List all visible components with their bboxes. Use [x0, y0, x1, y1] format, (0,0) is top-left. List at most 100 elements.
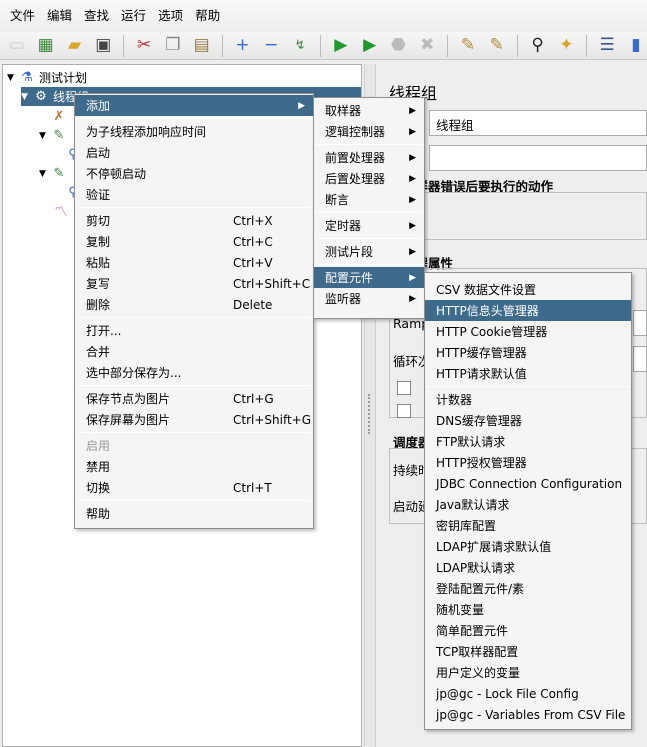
- comment-field[interactable]: [429, 145, 647, 171]
- menu-item-cfg-8[interactable]: FTP默认请求: [425, 431, 631, 452]
- menu-item-cfg-11[interactable]: Java默认请求: [425, 494, 631, 515]
- start-no-pause-icon[interactable]: ▶: [359, 35, 381, 57]
- menu-edit[interactable]: 编辑: [41, 0, 78, 32]
- menu-item-add-1[interactable]: 逻辑控制器 ▶: [314, 121, 424, 142]
- menu-item-ctx-7[interactable]: 剪切 Ctrl+X: [75, 210, 313, 231]
- menu-file[interactable]: 文件: [4, 0, 41, 32]
- tree-node-child[interactable]: ✗: [51, 107, 71, 126]
- menu-item-cfg-17[interactable]: 简单配置元件: [425, 620, 631, 641]
- menu-item-cfg-20[interactable]: jp@gc - Lock File Config: [425, 683, 631, 704]
- menu-item-cfg-1[interactable]: HTTP信息头管理器: [425, 300, 631, 321]
- menu-item-cfg-15[interactable]: 登陆配置元件/素: [425, 578, 631, 599]
- menu-item-cfg-3[interactable]: HTTP缓存管理器: [425, 342, 631, 363]
- menu-item-label: HTTP授权管理器: [436, 456, 527, 470]
- menu-options[interactable]: 选项: [152, 0, 189, 32]
- menu-item-cfg-2[interactable]: HTTP Cookie管理器: [425, 321, 631, 342]
- menu-item-add-11[interactable]: 配置元件 ▶: [314, 267, 424, 288]
- graph-icon: 〽: [54, 204, 68, 220]
- clear-all-icon[interactable]: ✎: [486, 35, 508, 57]
- function-helper-icon[interactable]: ☰: [596, 35, 618, 57]
- copy-icon[interactable]: ❐: [162, 35, 184, 57]
- tree-node-child[interactable]: ▼ ✎: [39, 164, 71, 183]
- menu-item-label: 密钥库配置: [436, 519, 497, 533]
- menu-separator: [77, 432, 311, 433]
- menu-item-add-0[interactable]: 取样器 ▶: [314, 100, 424, 121]
- delay-thread-checkbox[interactable]: [397, 381, 411, 395]
- menu-item-cfg-19[interactable]: 用户定义的变量: [425, 662, 631, 683]
- expand-icon[interactable]: +: [232, 35, 254, 57]
- menu-item-cfg-21[interactable]: jp@gc - Variables From CSV File: [425, 704, 631, 725]
- cut-icon[interactable]: ✂: [133, 35, 155, 57]
- menu-item-add-7[interactable]: 定时器 ▶: [314, 215, 424, 236]
- menu-item-label: 后置处理器: [325, 172, 386, 186]
- menu-item-ctx-15[interactable]: 选中部分保存为...: [75, 362, 313, 383]
- new-icon[interactable]: ▭: [6, 35, 28, 57]
- submenu-arrow-icon: ▶: [409, 220, 416, 231]
- scheduler-checkbox[interactable]: [397, 404, 411, 418]
- tree-node-child[interactable]: ▼ ✎: [39, 126, 71, 145]
- menu-item-ctx-5[interactable]: 验证: [75, 184, 313, 205]
- shutdown-icon[interactable]: ✖: [416, 35, 438, 57]
- gear-icon: ⚙: [35, 88, 47, 104]
- menu-item-ctx-24[interactable]: 帮助: [75, 503, 313, 524]
- menu-item-add-5[interactable]: 断言 ▶: [314, 189, 424, 210]
- collapse-arrow-icon[interactable]: ▼: [39, 169, 51, 179]
- menu-item-cfg-9[interactable]: HTTP授权管理器: [425, 452, 631, 473]
- collapse-icon[interactable]: −: [260, 35, 282, 57]
- menu-run[interactable]: 运行: [115, 0, 152, 32]
- toggle-icon[interactable]: ↯: [289, 35, 311, 57]
- menu-item-ctx-10[interactable]: 复写 Ctrl+Shift+C: [75, 273, 313, 294]
- name-field[interactable]: 线程组: [429, 110, 647, 136]
- menu-item-ctx-11[interactable]: 删除 Delete: [75, 294, 313, 315]
- loop-field[interactable]: [633, 346, 647, 372]
- menu-item-ctx-21[interactable]: 禁用: [75, 456, 313, 477]
- menu-item-cfg-6[interactable]: 计数器: [425, 389, 631, 410]
- menu-item-cfg-18[interactable]: TCP取样器配置: [425, 641, 631, 662]
- collapse-arrow-icon[interactable]: ▼: [39, 131, 51, 141]
- menu-help[interactable]: 帮助: [189, 0, 226, 32]
- menu-item-ctx-17[interactable]: 保存节点为图片 Ctrl+G: [75, 388, 313, 409]
- clear-icon[interactable]: ✎: [457, 35, 479, 57]
- menu-item-cfg-13[interactable]: LDAP扩展请求默认值: [425, 536, 631, 557]
- menu-item-cfg-0[interactable]: CSV 数据文件设置: [425, 279, 631, 300]
- menu-item-label: 粘贴: [86, 256, 111, 270]
- menu-item-ctx-13[interactable]: 打开...: [75, 320, 313, 341]
- start-icon[interactable]: ▶: [330, 35, 352, 57]
- tree-node-test-plan[interactable]: ▼ ⚗ 测试计划: [7, 68, 87, 87]
- menu-item-ctx-2[interactable]: 为子线程添加响应时间: [75, 121, 313, 142]
- menu-item-cfg-14[interactable]: LDAP默认请求: [425, 557, 631, 578]
- menu-search[interactable]: 查找: [78, 0, 115, 32]
- search-icon[interactable]: ⚲: [527, 35, 549, 57]
- menu-item-ctx-4[interactable]: 不停顿启动: [75, 163, 313, 184]
- menu-item-cfg-16[interactable]: 随机变量: [425, 599, 631, 620]
- menu-item-add-9[interactable]: 测试片段 ▶: [314, 241, 424, 262]
- stop-icon[interactable]: ⬣: [388, 35, 410, 57]
- collapse-arrow-icon[interactable]: ▼: [7, 73, 19, 83]
- paste-icon[interactable]: ▤: [191, 35, 213, 57]
- templates-icon[interactable]: ▦: [35, 35, 57, 57]
- menu-item-cfg-7[interactable]: DNS缓存管理器: [425, 410, 631, 431]
- menu-item-ctx-18[interactable]: 保存屏幕为图片 Ctrl+Shift+G: [75, 409, 313, 430]
- menu-item-label: HTTP信息头管理器: [436, 304, 539, 318]
- ramp-up-field[interactable]: [633, 310, 647, 336]
- collapse-arrow-icon[interactable]: ▼: [21, 92, 33, 102]
- menu-item-ctx-8[interactable]: 复制 Ctrl+C: [75, 231, 313, 252]
- tree-node-child[interactable]: 〽: [53, 203, 73, 222]
- menu-item-ctx-9[interactable]: 粘贴 Ctrl+V: [75, 252, 313, 273]
- menu-item-add-3[interactable]: 前置处理器 ▶: [314, 147, 424, 168]
- menu-item-ctx-14[interactable]: 合并: [75, 341, 313, 362]
- menu-item-add-4[interactable]: 后置处理器 ▶: [314, 168, 424, 189]
- help-icon[interactable]: ▮: [625, 35, 647, 57]
- save-icon[interactable]: ▣: [92, 35, 114, 57]
- menu-item-ctx-3[interactable]: 启动: [75, 142, 313, 163]
- menu-item-ctx-22[interactable]: 切换 Ctrl+T: [75, 477, 313, 498]
- menu-item-ctx-0[interactable]: 添加 ▶: [75, 95, 313, 116]
- menu-item-label: DNS缓存管理器: [436, 414, 522, 428]
- menu-item-label: 用户定义的变量: [436, 666, 521, 680]
- menu-item-cfg-12[interactable]: 密钥库配置: [425, 515, 631, 536]
- menu-item-cfg-4[interactable]: HTTP请求默认值: [425, 363, 631, 384]
- menu-item-add-12[interactable]: 监听器 ▶: [314, 288, 424, 309]
- open-icon[interactable]: ▰: [64, 35, 86, 57]
- menu-item-cfg-10[interactable]: JDBC Connection Configuration: [425, 473, 631, 494]
- reset-search-icon[interactable]: ✦: [555, 35, 577, 57]
